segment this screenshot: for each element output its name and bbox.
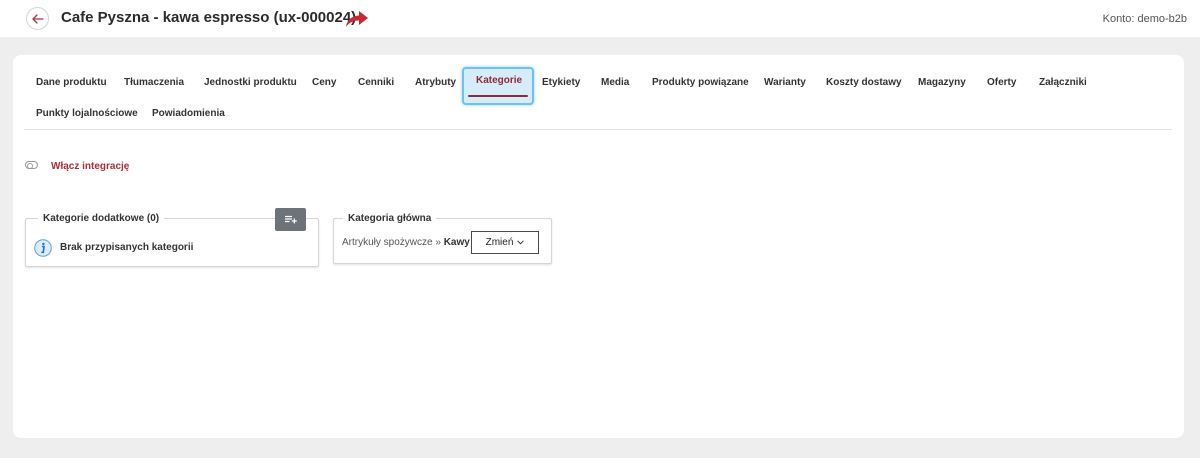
tab-jednostki-produktu[interactable]: Jednostki produktu: [204, 77, 297, 88]
category-parent: Artrykuły spożywcze: [342, 237, 433, 248]
main-category-legend: Kategoria główna: [343, 213, 437, 224]
change-button-label: Zmień: [485, 237, 514, 248]
chevron-down-icon: [517, 240, 525, 245]
tab-dane-produktu[interactable]: Dane produktu: [36, 77, 107, 88]
tab-etykiety[interactable]: Etykiety: [542, 77, 580, 88]
tab-produkty-powiazane[interactable]: Produkty powiązane: [652, 77, 749, 88]
info-icon: [34, 239, 52, 257]
tab-warianty[interactable]: Warianty: [764, 77, 806, 88]
tab-magazyny[interactable]: Magazyny: [918, 77, 966, 88]
account-label: Konto: demo-b2b: [1102, 13, 1187, 25]
top-bar: Cafe Pyszna - kawa espresso (ux-000024) …: [0, 0, 1200, 37]
tab-ceny[interactable]: Ceny: [312, 77, 336, 88]
category-name: Kawy: [443, 237, 470, 248]
additional-categories-panel: Kategorie dodatkowe (0) Brak przypisanyc…: [25, 208, 319, 267]
playlist-add-icon: [284, 215, 297, 224]
tab-atrybuty[interactable]: Atrybuty: [415, 77, 456, 88]
active-tab-underline: [468, 95, 528, 97]
tab-kategorie[interactable]: Kategorie: [476, 75, 522, 86]
empty-categories-message: Brak przypisanych kategorii: [60, 242, 194, 253]
tab-tlumaczenia[interactable]: Tłumaczenia: [124, 77, 184, 88]
tab-powiadomienia[interactable]: Powiadomienia: [152, 108, 225, 119]
tabs-divider: [24, 129, 1172, 130]
additional-categories-legend: Kategorie dodatkowe (0): [38, 213, 165, 224]
back-button[interactable]: [26, 7, 49, 30]
tab-media[interactable]: Media: [601, 77, 629, 88]
add-category-button[interactable]: [275, 208, 306, 231]
product-card: Dane produktu Tłumaczenia Jednostki prod…: [13, 55, 1184, 438]
page-title: Cafe Pyszna - kawa espresso (ux-000024): [61, 9, 357, 26]
tab-cenniki[interactable]: Cenniki: [358, 77, 394, 88]
tab-zalaczniki[interactable]: Załączniki: [1039, 77, 1087, 88]
arrow-left-icon: [31, 13, 44, 24]
category-path: Artrykuły spożywcze » Kawy: [342, 237, 470, 248]
tab-oferty[interactable]: Oferty: [987, 77, 1016, 88]
tab-bar: Dane produktu Tłumaczenia Jednostki prod…: [24, 67, 1174, 131]
share-arrow-icon[interactable]: [345, 9, 369, 29]
tab-punkty-lojalnosciowe[interactable]: Punkty lojalnościowe: [36, 108, 138, 119]
category-separator: »: [435, 237, 441, 248]
tab-koszty-dostawy[interactable]: Koszty dostawy: [826, 77, 902, 88]
integration-toggle[interactable]: [25, 161, 38, 169]
integration-toggle-label[interactable]: Włącz integrację: [51, 161, 129, 172]
change-category-button[interactable]: Zmień: [471, 231, 539, 254]
main-category-panel: Kategoria główna Artrykuły spożywcze » K…: [333, 213, 552, 264]
active-tab-highlight: [462, 67, 534, 105]
